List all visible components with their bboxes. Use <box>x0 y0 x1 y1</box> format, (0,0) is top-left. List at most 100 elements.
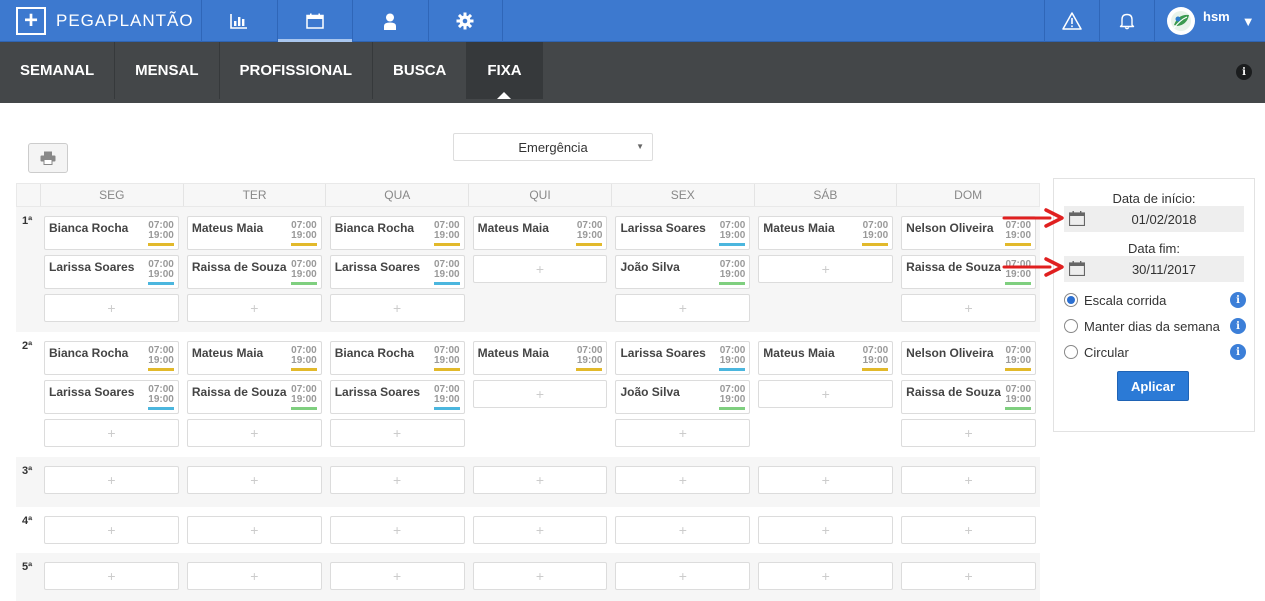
radio-button[interactable] <box>1064 345 1078 359</box>
add-shift-button[interactable]: + <box>615 466 751 494</box>
add-shift-button[interactable]: + <box>472 516 608 544</box>
add-shift-button[interactable]: + <box>758 516 894 544</box>
day-cell: Mateus Maia 07:00 19:00 + <box>469 207 612 332</box>
add-shift-button[interactable]: + <box>901 294 1037 322</box>
shift-card[interactable]: Larissa Soares 07:00 19:00 <box>329 255 465 289</box>
add-shift-button[interactable]: + <box>758 380 894 408</box>
tab-mensal[interactable]: MENSAL <box>115 42 220 99</box>
radio-label: Manter dias da semana <box>1084 318 1220 334</box>
day-header-1: TER <box>182 184 326 206</box>
add-shift-button[interactable]: + <box>44 466 179 494</box>
schedule-mode-option[interactable]: Circular i <box>1064 342 1246 362</box>
add-shift-button[interactable]: + <box>758 466 894 494</box>
end-date-field[interactable]: 30/11/2017 <box>1064 256 1244 282</box>
add-shift-button[interactable]: + <box>186 294 322 322</box>
add-shift-button[interactable]: + <box>329 466 465 494</box>
shift-card[interactable]: Raissa de Souza 07:00 19:00 <box>186 255 322 289</box>
add-shift-button[interactable]: + <box>44 294 179 322</box>
info-icon[interactable]: i <box>1236 64 1252 80</box>
add-shift-button[interactable]: + <box>901 419 1037 447</box>
add-shift-button[interactable]: + <box>186 516 322 544</box>
shift-end-time: 19:00 <box>434 230 460 241</box>
bar-chart-icon <box>230 14 248 29</box>
add-shift-button[interactable]: + <box>44 562 179 590</box>
info-icon[interactable]: i <box>1230 318 1246 334</box>
top-nav <box>201 0 503 42</box>
add-shift-button[interactable]: + <box>472 466 608 494</box>
info-icon[interactable]: i <box>1230 292 1246 308</box>
shift-card[interactable]: Bianca Rocha 07:00 19:00 <box>329 216 465 250</box>
add-shift-button[interactable]: + <box>186 562 322 590</box>
alerts-button[interactable] <box>1044 0 1099 42</box>
add-shift-button[interactable]: + <box>329 419 465 447</box>
add-shift-button[interactable]: + <box>329 516 465 544</box>
start-date-field[interactable]: 01/02/2018 <box>1064 206 1244 232</box>
add-shift-button[interactable]: + <box>186 466 322 494</box>
shift-card[interactable]: Mateus Maia 07:00 19:00 <box>472 341 608 375</box>
add-shift-button[interactable]: + <box>329 562 465 590</box>
app-logo[interactable]: + PEGAPLANTÃO <box>16 7 194 35</box>
shift-card[interactable]: Larissa Soares 07:00 19:00 <box>44 255 179 289</box>
shift-card[interactable]: Mateus Maia 07:00 19:00 <box>186 341 322 375</box>
shift-end-time: 19:00 <box>576 230 603 241</box>
add-shift-button[interactable]: + <box>186 419 322 447</box>
shift-card[interactable]: Mateus Maia 07:00 19:00 <box>186 216 322 250</box>
shift-color-bar <box>290 243 317 246</box>
add-shift-button[interactable]: + <box>758 255 894 283</box>
shift-card[interactable]: Larissa Soares 07:00 19:00 <box>329 380 465 414</box>
leaf-icon <box>1171 11 1191 31</box>
shift-card[interactable]: Raissa de Souza 07:00 19:00 <box>901 380 1037 414</box>
shift-card[interactable]: Raissa de Souza 07:00 19:00 <box>186 380 322 414</box>
nav-calendar[interactable] <box>276 0 353 42</box>
shift-card[interactable]: João Silva 07:00 19:00 <box>615 380 751 414</box>
add-shift-button[interactable]: + <box>472 255 608 283</box>
add-shift-button[interactable]: + <box>901 562 1037 590</box>
add-shift-button[interactable]: + <box>44 516 179 544</box>
nav-dashboard[interactable] <box>201 0 277 42</box>
shift-card[interactable]: Larissa Soares 07:00 19:00 <box>44 380 179 414</box>
shift-card[interactable]: Bianca Rocha 07:00 19:00 <box>44 341 179 375</box>
bell-icon <box>1119 13 1135 30</box>
nav-users[interactable] <box>352 0 428 42</box>
info-icon[interactable]: i <box>1230 344 1246 360</box>
add-shift-button[interactable]: + <box>615 294 751 322</box>
add-shift-button[interactable]: + <box>615 419 751 447</box>
radio-button[interactable] <box>1064 293 1078 307</box>
shift-card[interactable]: Mateus Maia 07:00 19:00 <box>472 216 608 250</box>
shift-card[interactable]: Nelson Oliveira 07:00 19:00 <box>901 341 1037 375</box>
tab-profissional[interactable]: PROFISSIONAL <box>220 42 374 99</box>
print-button[interactable] <box>28 143 68 173</box>
add-shift-button[interactable]: + <box>472 562 608 590</box>
user-menu[interactable]: hsm ▼ <box>1154 0 1265 42</box>
shift-time: 07:00 19:00 <box>720 260 746 280</box>
day-header-0: SEG <box>39 184 183 206</box>
shift-color-bar <box>1005 407 1032 410</box>
radio-button[interactable] <box>1064 319 1078 333</box>
add-shift-button[interactable]: + <box>44 419 179 447</box>
add-shift-button[interactable]: + <box>758 562 894 590</box>
add-shift-button[interactable]: + <box>329 294 465 322</box>
shift-card[interactable]: Larissa Soares 07:00 19:00 <box>615 341 751 375</box>
tab-semanal[interactable]: SEMANAL <box>0 42 116 99</box>
tab-fixa[interactable]: FIXA <box>467 42 543 99</box>
add-shift-button[interactable]: + <box>615 516 751 544</box>
shift-card[interactable]: Mateus Maia 07:00 19:00 <box>758 216 894 250</box>
unit-select[interactable]: Emergência ▼ <box>453 133 653 161</box>
shift-card[interactable]: Bianca Rocha 07:00 19:00 <box>44 216 179 250</box>
app-name: PEGAPLANTÃO <box>56 11 194 30</box>
notifications-button[interactable] <box>1099 0 1154 42</box>
shift-card[interactable]: Mateus Maia 07:00 19:00 <box>758 341 894 375</box>
add-shift-button[interactable]: + <box>615 562 751 590</box>
unit-select-value: Emergência <box>518 139 588 155</box>
shift-card[interactable]: João Silva 07:00 19:00 <box>615 255 751 289</box>
shift-card[interactable]: Bianca Rocha 07:00 19:00 <box>329 341 465 375</box>
nav-settings[interactable] <box>427 0 503 42</box>
add-shift-button[interactable]: + <box>901 466 1037 494</box>
add-shift-button[interactable]: + <box>472 380 608 408</box>
schedule-mode-option[interactable]: Escala corrida i <box>1064 290 1246 310</box>
apply-button[interactable]: Aplicar <box>1117 371 1189 401</box>
add-shift-button[interactable]: + <box>901 516 1037 544</box>
tab-busca[interactable]: BUSCA <box>373 42 468 99</box>
schedule-mode-option[interactable]: Manter dias da semana i <box>1064 316 1246 336</box>
shift-card[interactable]: Larissa Soares 07:00 19:00 <box>615 216 751 250</box>
